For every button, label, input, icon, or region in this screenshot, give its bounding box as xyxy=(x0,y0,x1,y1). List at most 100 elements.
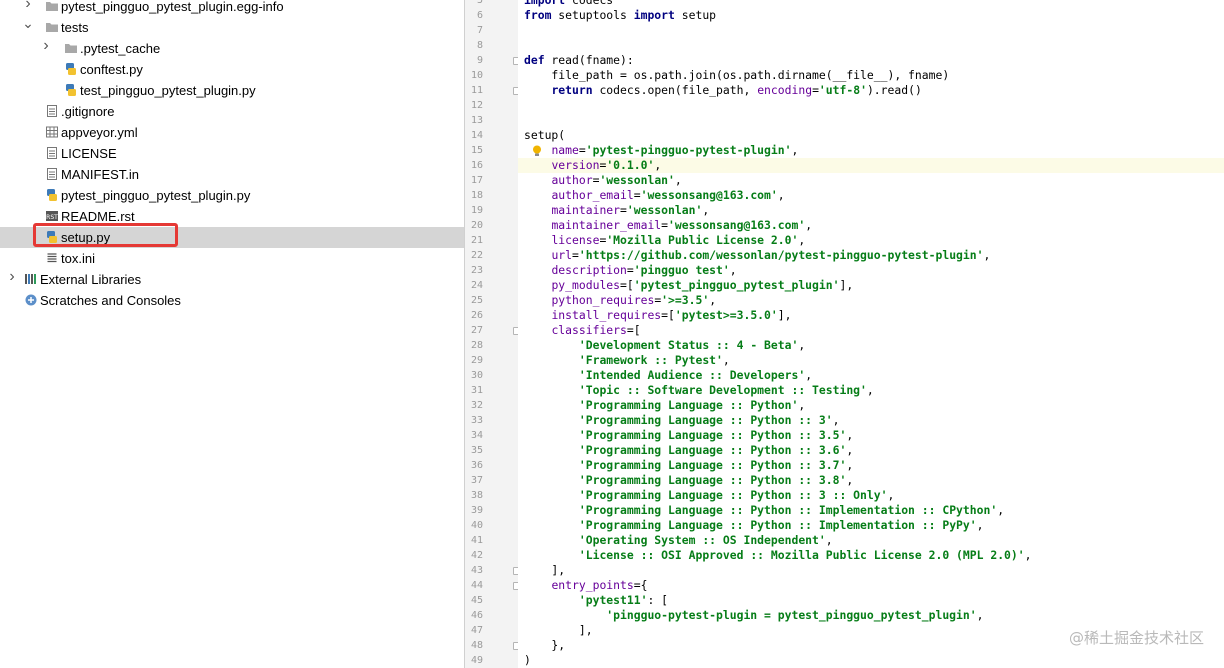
code-line[interactable]: 'Operating System :: OS Independent', xyxy=(518,533,1224,548)
code-line[interactable]: ) xyxy=(518,653,1224,668)
code-line[interactable]: 'Programming Language :: Python', xyxy=(518,398,1224,413)
code-line[interactable]: 'Framework :: Pytest', xyxy=(518,353,1224,368)
tree-item-conftest-py[interactable]: conftest.py xyxy=(0,59,464,80)
code-text: 'pytest11': [ xyxy=(578,593,669,607)
code-line[interactable]: py_modules=['pytest_pingguo_pytest_plugi… xyxy=(518,278,1224,293)
code-line[interactable]: author_email='wessonsang@163.com', xyxy=(518,188,1224,203)
code-line[interactable]: maintainer_email='wessonsang@163.com', xyxy=(518,218,1224,233)
tree-item-external-libraries[interactable]: › External Libraries xyxy=(0,269,464,290)
code-line[interactable]: 'Programming Language :: Python :: Imple… xyxy=(518,503,1224,518)
code-text: maintainer='wessonlan', xyxy=(551,203,710,217)
rst-file-icon: RST xyxy=(45,209,59,223)
code-editor[interactable]: import codecs from setuptools import setu… xyxy=(518,0,1224,668)
line-number: 24 xyxy=(470,280,483,291)
code-line[interactable]: ], xyxy=(518,563,1224,578)
tree-item-tests[interactable]: ⌄ tests xyxy=(0,16,464,38)
tree-item-appveyor-yml[interactable]: appveyor.yml xyxy=(0,122,464,143)
code-line[interactable]: 'Programming Language :: Python :: 3.6', xyxy=(518,443,1224,458)
code-line[interactable] xyxy=(518,98,1224,113)
tree-item-scratches-and-consoles[interactable]: Scratches and Consoles xyxy=(0,290,464,311)
code-text: setup( xyxy=(524,128,566,142)
code-line[interactable]: description='pingguo test', xyxy=(518,263,1224,278)
code-line[interactable]: setup( xyxy=(518,128,1224,143)
code-line[interactable]: from setuptools import setup xyxy=(518,8,1224,23)
code-line[interactable]: 'Programming Language :: Python :: 3', xyxy=(518,413,1224,428)
code-line[interactable]: version='0.1.0', xyxy=(518,158,1224,173)
code-line[interactable]: entry_points={ xyxy=(518,578,1224,593)
tree-item-gitignore[interactable]: .gitignore xyxy=(0,101,464,122)
code-text: maintainer_email='wessonsang@163.com', xyxy=(551,218,813,232)
code-text: return codecs.open(file_path, encoding='… xyxy=(551,83,922,97)
code-line[interactable] xyxy=(518,38,1224,53)
code-line[interactable]: 'Programming Language :: Python :: 3.7', xyxy=(518,458,1224,473)
code-text: 'Programming Language :: Python :: 3.5', xyxy=(578,428,854,442)
code-line[interactable]: install_requires=['pytest>=3.5.0'], xyxy=(518,308,1224,323)
code-line[interactable]: import codecs xyxy=(518,0,1224,8)
highlight-box xyxy=(33,223,178,247)
tree-item-pytest-pingguo-pytest-plugin-egg-info[interactable]: › pytest_pingguo_pytest_plugin.egg-info xyxy=(0,0,464,17)
code-line[interactable]: 'Programming Language :: Python :: 3.8', xyxy=(518,473,1224,488)
code-line[interactable]: author='wessonlan', xyxy=(518,173,1224,188)
code-line[interactable]: 'Topic :: Software Development :: Testin… xyxy=(518,383,1224,398)
folder-icon xyxy=(45,20,59,34)
code-text: ) xyxy=(524,653,531,667)
code-line[interactable]: file_path = os.path.join(os.path.dirname… xyxy=(518,68,1224,83)
code-line[interactable]: license='Mozilla Public License 2.0', xyxy=(518,233,1224,248)
tree-item-label: .gitignore xyxy=(61,104,115,119)
tree-item-test-pingguo-pytest-plugin-py[interactable]: test_pingguo_pytest_plugin.py xyxy=(0,80,464,101)
line-number: 32 xyxy=(470,400,483,411)
code-line[interactable] xyxy=(518,23,1224,38)
line-number: 23 xyxy=(470,265,483,276)
line-number-gutter: 5 6 7 8 9 10 11 12 13 14 15 16 17 18 19 20 21 22 23 24 25 26 2… xyxy=(465,0,520,668)
line-number: 18 xyxy=(470,190,483,201)
code-line[interactable]: 'pingguo-pytest-plugin = pytest_pingguo_… xyxy=(518,608,1224,623)
code-line[interactable]: def read(fname): xyxy=(518,53,1224,68)
line-number: 13 xyxy=(470,115,483,126)
tree-item-license[interactable]: LICENSE xyxy=(0,143,464,164)
code-text: author_email='wessonsang@163.com', xyxy=(551,188,785,202)
tree-item-tox-ini[interactable]: tox.ini xyxy=(0,248,464,269)
chevron-right-icon[interactable]: › xyxy=(6,269,18,285)
chevron-right-icon[interactable]: › xyxy=(22,0,34,12)
code-line[interactable]: 'Intended Audience :: Developers', xyxy=(518,368,1224,383)
code-line[interactable]: url='https://github.com/wessonlan/pytest… xyxy=(518,248,1224,263)
tree-item-pytest-pingguo-pytest-plugin-py[interactable]: pytest_pingguo_pytest_plugin.py xyxy=(0,185,464,206)
code-text: 'Development Status :: 4 - Beta', xyxy=(578,338,806,352)
code-line[interactable] xyxy=(518,113,1224,128)
tree-item-label: tests xyxy=(61,20,89,35)
code-line[interactable]: 'pytest11': [ xyxy=(518,593,1224,608)
code-text: from setuptools import setup xyxy=(524,8,717,22)
svg-text:RST: RST xyxy=(46,214,58,221)
code-text: description='pingguo test', xyxy=(551,263,737,277)
code-line[interactable]: 'Programming Language :: Python :: 3.5', xyxy=(518,428,1224,443)
line-number: 45 xyxy=(470,595,483,606)
code-line[interactable]: maintainer='wessonlan', xyxy=(518,203,1224,218)
tree-item-manifest-in[interactable]: MANIFEST.in xyxy=(0,164,464,185)
tree-item-label: External Libraries xyxy=(40,272,142,287)
chevron-down-icon[interactable]: ⌄ xyxy=(22,16,34,30)
code-text: import codecs xyxy=(524,0,614,7)
code-text: file_path = os.path.join(os.path.dirname… xyxy=(524,68,950,82)
watermark: @稀土掘金技术社区 xyxy=(1068,629,1204,647)
code-line[interactable]: classifiers=[ xyxy=(518,323,1224,338)
line-number: 5 xyxy=(476,0,483,6)
tree-item-label: conftest.py xyxy=(80,62,143,77)
code-text: ], xyxy=(524,623,593,637)
code-text: 'Programming Language :: Python', xyxy=(578,398,806,412)
tree-item-label: .pytest_cache xyxy=(80,41,161,56)
line-number: 39 xyxy=(470,505,483,516)
line-number: 20 xyxy=(470,220,483,231)
code-line[interactable]: name='pytest-pingguo-pytest-plugin', xyxy=(518,143,1224,158)
tree-item-pytest-cache[interactable]: › .pytest_cache xyxy=(0,38,464,59)
chevron-right-icon[interactable]: › xyxy=(40,38,52,54)
line-number: 12 xyxy=(470,100,483,111)
code-line[interactable]: 'Development Status :: 4 - Beta', xyxy=(518,338,1224,353)
code-line[interactable]: 'License :: OSI Approved :: Mozilla Publ… xyxy=(518,548,1224,563)
code-line[interactable]: python_requires='>=3.5', xyxy=(518,293,1224,308)
lightbulb-icon[interactable] xyxy=(532,144,542,156)
line-number: 35 xyxy=(470,445,483,456)
code-line[interactable]: 'Programming Language :: Python :: Imple… xyxy=(518,518,1224,533)
code-line[interactable]: 'Programming Language :: Python :: 3 :: … xyxy=(518,488,1224,503)
line-number: 43 xyxy=(470,565,483,576)
code-line[interactable]: return codecs.open(file_path, encoding='… xyxy=(518,83,1224,98)
